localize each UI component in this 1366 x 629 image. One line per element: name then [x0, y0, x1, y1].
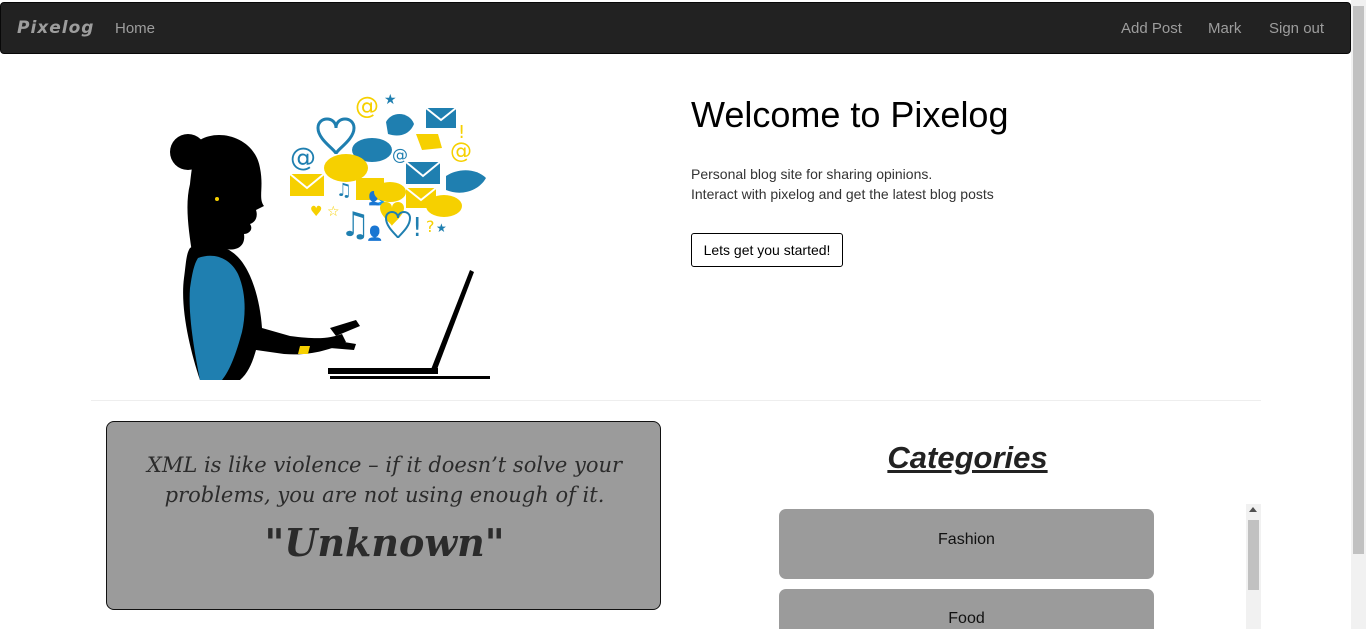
- svg-text:@: @: [392, 145, 408, 164]
- page-scrollbar[interactable]: [1351, 0, 1366, 629]
- brand-logo[interactable]: Pixelog: [17, 18, 94, 38]
- svg-text:👤: 👤: [366, 225, 383, 242]
- categories-heading: Categories: [887, 440, 1048, 475]
- svg-text:@: @: [355, 92, 379, 120]
- svg-text:!: !: [458, 122, 465, 143]
- svg-text:♥ ☆: ♥ ☆: [310, 204, 340, 220]
- svg-text:!: !: [412, 213, 422, 243]
- get-started-button[interactable]: Lets get you started!: [691, 233, 843, 267]
- hero-description-line-2: Interact with pixelog and get the latest…: [691, 186, 994, 202]
- navbar: Pixelog Home Add Post Mark Sign out: [0, 2, 1351, 54]
- hero-description: Personal blog site for sharing opinions.…: [691, 164, 994, 204]
- svg-text:★: ★: [436, 221, 447, 235]
- nav-add-post-link[interactable]: Add Post: [1121, 20, 1182, 37]
- nav-user-link[interactable]: Mark: [1208, 20, 1241, 37]
- quote-text: XML is like violence – if it doesn’t sol…: [146, 453, 623, 507]
- quote-author: "Unknown": [264, 520, 505, 565]
- svg-text:♫: ♫: [336, 180, 352, 201]
- woman-laptop-illustration: @ @ @ @ ♫ 👥 ♥ ☆ ♫ ! ? ★ 👤 ★ !: [170, 92, 490, 380]
- category-item-food[interactable]: Food: [779, 589, 1154, 629]
- quote-card: XML is like violence – if it doesn’t sol…: [106, 421, 661, 610]
- page-scroll-thumb[interactable]: [1353, 6, 1364, 554]
- categories-scrollbar[interactable]: [1246, 504, 1261, 629]
- section-divider: [91, 400, 1261, 401]
- svg-text:@: @: [290, 143, 316, 173]
- nav-home-link[interactable]: Home: [115, 20, 155, 37]
- scroll-up-arrow-icon[interactable]: [1249, 507, 1257, 512]
- hero-description-line-1: Personal blog site for sharing opinions.: [691, 166, 933, 182]
- social-icons-cloud: @ @ @ @ ♫ 👥 ♥ ☆ ♫ ! ? ★ 👤 ★ !: [289, 92, 486, 245]
- category-item-fashion[interactable]: Fashion: [779, 509, 1154, 579]
- page-title: Welcome to Pixelog: [691, 94, 1009, 135]
- svg-text:★: ★: [384, 92, 397, 108]
- svg-text:?: ?: [426, 217, 435, 236]
- nav-sign-out-link[interactable]: Sign out: [1269, 20, 1324, 37]
- categories-scroll-thumb[interactable]: [1248, 520, 1259, 590]
